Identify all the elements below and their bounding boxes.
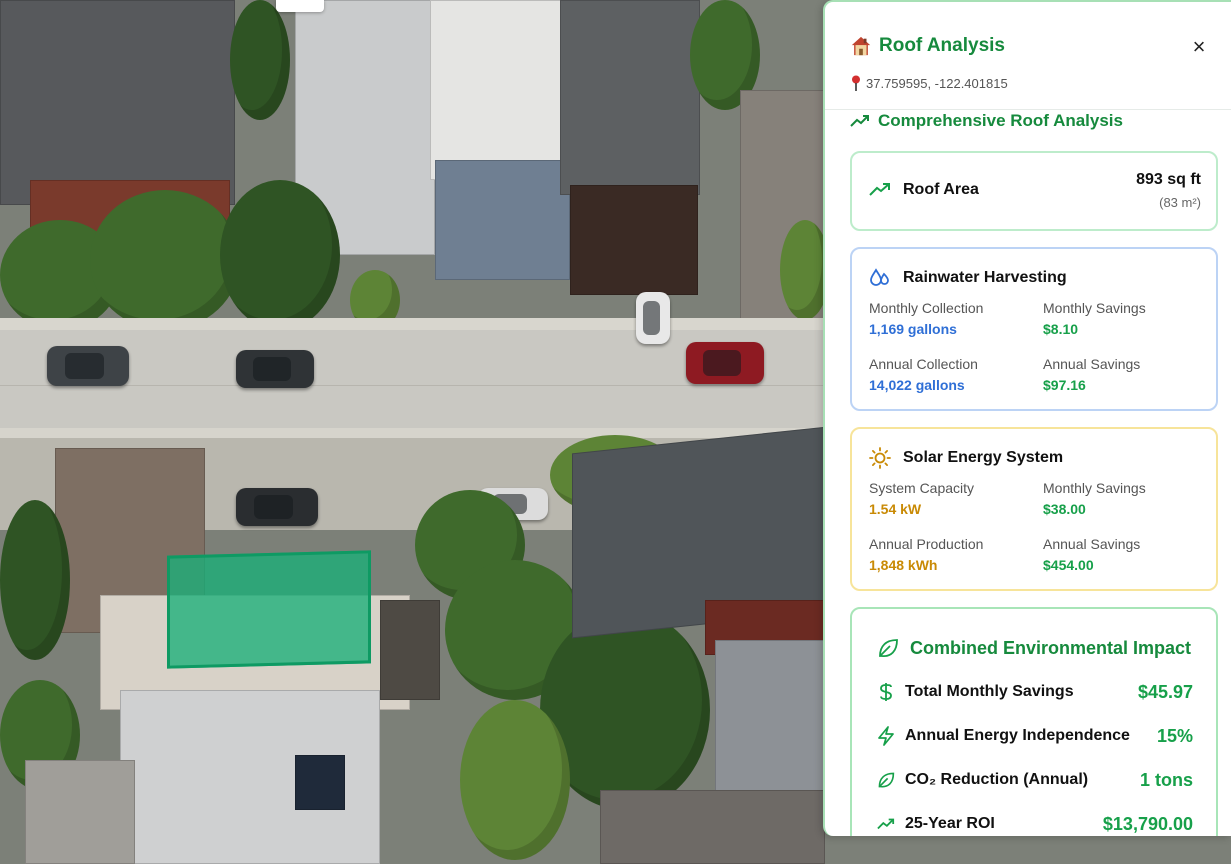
tree	[460, 700, 570, 860]
house-roof	[430, 0, 570, 180]
roof-area-header: Roof Area	[869, 181, 979, 199]
stat-label: Monthly Savings	[1043, 480, 1146, 496]
stat-label: Annual Savings	[1043, 536, 1141, 552]
section-heading-text: Comprehensive Roof Analysis	[878, 111, 1123, 130]
rainwater-label: Rainwater Harvesting	[903, 269, 1067, 286]
roof-area-value: 893 sq ft (83 m²)	[1136, 171, 1201, 210]
total-monthly-savings-row: Total Monthly Savings $45.97	[877, 680, 1193, 704]
house-roof	[570, 185, 698, 295]
trending-up-icon	[869, 183, 890, 196]
annual-collection-stat: Annual Collection 14,022 gallons	[869, 356, 1039, 393]
panel-header: Roof Analysis × 37.759595, -122.401815	[825, 2, 1231, 110]
house-roof	[25, 760, 135, 864]
impact-row-label: Annual Energy Independence	[905, 727, 1130, 744]
trending-up-icon	[877, 818, 895, 830]
coordinates-row: 37.759595, -122.401815	[851, 75, 1008, 91]
tree	[0, 500, 70, 660]
pushpin-icon	[852, 75, 860, 91]
selected-roof-highlight[interactable]	[167, 550, 371, 669]
map-tool-controls[interactable]	[276, 0, 324, 12]
roof-area-card: Roof Area 893 sq ft (83 m²)	[850, 151, 1218, 231]
rainwater-card: Rainwater Harvesting Monthly Collection …	[850, 247, 1218, 411]
coordinates-text: 37.759595, -122.401815	[866, 75, 1008, 91]
tree	[90, 190, 240, 330]
droplets-icon	[870, 268, 889, 286]
roof-area-metric: (83 m²)	[1159, 195, 1201, 210]
energy-independence-row: Annual Energy Independence 15%	[877, 724, 1193, 748]
title-row: Roof Analysis	[850, 35, 1005, 57]
section-heading: Comprehensive Roof Analysis	[850, 111, 1123, 131]
impact-row-value: 15%	[1156, 725, 1193, 746]
environmental-impact-card: Combined Environmental Impact Total Mont…	[850, 607, 1218, 836]
stat-value: $38.00	[1043, 501, 1086, 517]
roof-analysis-panel: Roof Analysis × 37.759595, -122.401815 C…	[823, 0, 1231, 836]
stat-value: 1,848 kWh	[869, 557, 938, 573]
impact-row-label: 25-Year ROI	[905, 815, 995, 832]
annual-savings-stat: Annual Savings $97.16	[1043, 356, 1213, 393]
tree	[230, 0, 290, 120]
sun-icon	[869, 447, 891, 469]
roof-area-label: Roof Area	[903, 181, 979, 198]
dollar-icon	[880, 683, 892, 701]
stat-value: $97.16	[1043, 377, 1086, 393]
house-roof	[0, 0, 235, 205]
impact-row-value: $13,790.00	[1102, 813, 1193, 834]
trending-up-icon	[850, 115, 869, 127]
stat-value: $454.00	[1043, 557, 1094, 573]
stat-label: System Capacity	[869, 480, 975, 496]
solar-panel	[295, 755, 345, 810]
stat-value: $8.10	[1043, 321, 1079, 337]
impact-row-value: $45.97	[1137, 681, 1193, 702]
solar-header: Solar Energy System	[869, 447, 1063, 469]
annual-production-stat: Annual Production 1,848 kWh	[869, 536, 1039, 573]
stat-label: Annual Production	[869, 536, 984, 552]
stat-value: 14,022 gallons	[869, 377, 965, 393]
parked-car	[236, 350, 314, 388]
house-roof	[715, 640, 825, 800]
stat-value: 1.54 kW	[869, 501, 922, 517]
leaf-icon	[879, 639, 898, 657]
solar-annual-savings-stat: Annual Savings $454.00	[1043, 536, 1213, 573]
parked-car	[236, 488, 318, 526]
parked-car	[636, 292, 670, 344]
monthly-collection-stat: Monthly Collection 1,169 gallons	[869, 300, 1039, 337]
system-capacity-stat: System Capacity 1.54 kW	[869, 480, 1039, 517]
tree	[220, 180, 340, 330]
house-roof	[435, 160, 570, 280]
stat-label: Monthly Collection	[869, 300, 984, 316]
parked-car	[686, 342, 764, 384]
impact-row-label: Total Monthly Savings	[905, 683, 1074, 700]
solar-card: Solar Energy System System Capacity 1.54…	[850, 427, 1218, 591]
leaf-icon	[878, 772, 895, 788]
roof-area-sqft: 893 sq ft	[1136, 171, 1201, 188]
rainwater-header: Rainwater Harvesting	[869, 267, 1067, 289]
solar-monthly-savings-stat: Monthly Savings $38.00	[1043, 480, 1213, 517]
solar-label: Solar Energy System	[903, 449, 1064, 466]
impact-row-label: CO₂ Reduction (Annual)	[905, 771, 1089, 788]
monthly-savings-stat: Monthly Savings $8.10	[1043, 300, 1213, 337]
impact-row-value: 1 tons	[1139, 769, 1193, 790]
stat-label: Monthly Savings	[1043, 300, 1146, 316]
impact-header: Combined Environmental Impact	[877, 637, 1191, 659]
house-roof	[380, 600, 440, 700]
parked-car	[47, 346, 129, 386]
stat-label: Annual Savings	[1043, 356, 1141, 372]
house-icon	[851, 36, 871, 56]
close-button[interactable]: ×	[1189, 36, 1209, 58]
stat-label: Annual Collection	[869, 356, 978, 372]
house-roof	[560, 0, 700, 195]
impact-label: Combined Environmental Impact	[910, 637, 1192, 658]
panel-title: Roof Analysis	[879, 35, 1005, 56]
co2-reduction-row: CO₂ Reduction (Annual) 1 tons	[877, 768, 1193, 792]
house-roof	[600, 790, 825, 864]
lightning-icon	[878, 726, 894, 746]
stat-value: 1,169 gallons	[869, 321, 957, 337]
roi-row: 25-Year ROI $13,790.00	[877, 812, 1193, 836]
